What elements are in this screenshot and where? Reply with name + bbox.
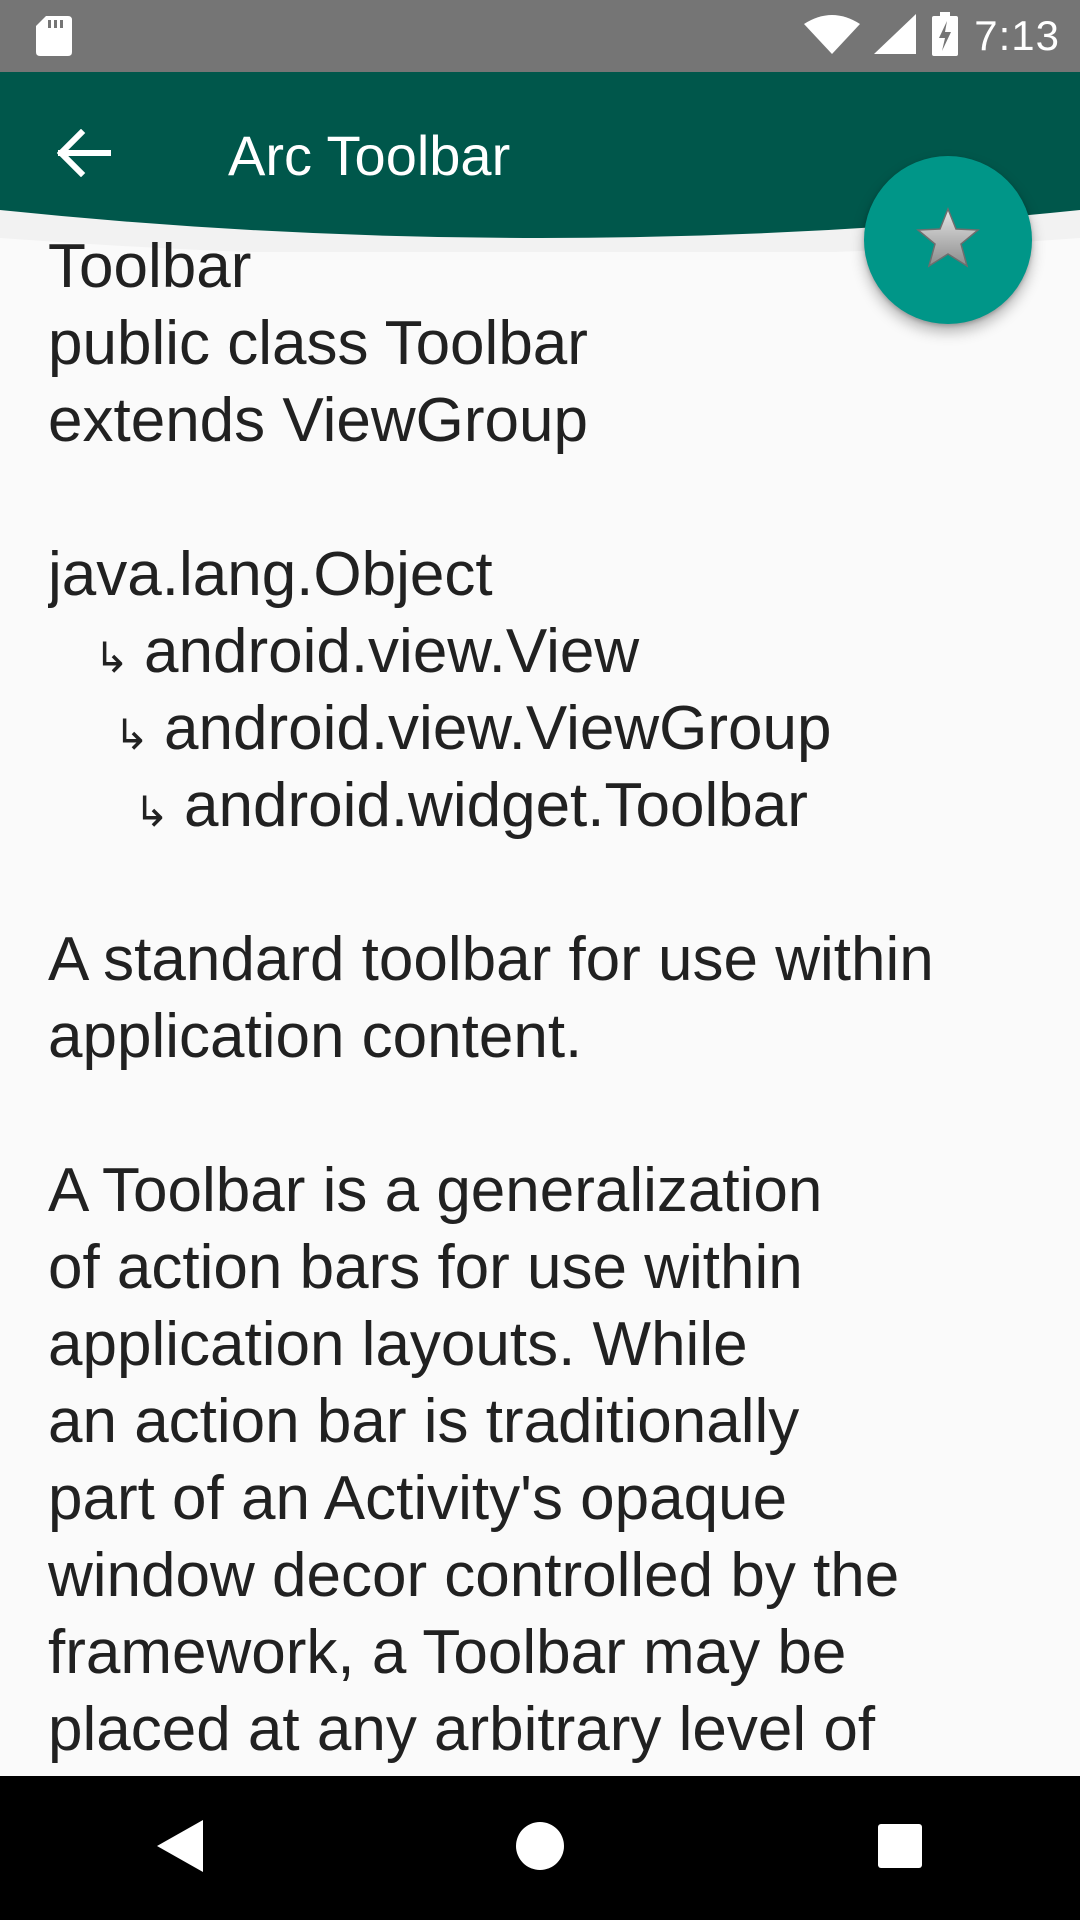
nav-recents-button[interactable] xyxy=(825,1788,975,1908)
summary-line: application content. xyxy=(48,1002,583,1071)
hierarchy-arrow-icon: ↳ xyxy=(94,634,130,681)
description-line: part of an Activity's opaque xyxy=(48,1464,788,1533)
hierarchy-level-3-text: android.widget.Toolbar xyxy=(184,771,808,840)
arrow-back-icon xyxy=(56,128,112,182)
navigation-bar xyxy=(0,1776,1080,1920)
hierarchy-level-1: ↳ android.view.View xyxy=(48,613,1028,690)
description-line: placed at any arbitrary level of xyxy=(48,1695,876,1764)
nav-recents-icon xyxy=(878,1823,922,1873)
toolbar-title: Arc Toolbar xyxy=(228,124,511,187)
hierarchy-level-3: ↳ android.widget.Toolbar xyxy=(48,767,1028,844)
declaration-line: public class Toolbar xyxy=(48,309,588,378)
hierarchy-root: java.lang.Object xyxy=(48,540,493,609)
signal-icon xyxy=(874,13,917,59)
summary-line: A standard toolbar for use within xyxy=(48,925,934,994)
back-button[interactable] xyxy=(44,115,124,195)
description-line: framework, a Toolbar may be xyxy=(48,1618,847,1687)
description-line: an action bar is traditionally xyxy=(48,1387,800,1456)
battery-charging-icon xyxy=(932,11,959,61)
status-bar: 7:13 xyxy=(0,0,1080,72)
nav-back-button[interactable] xyxy=(105,1788,255,1908)
nav-home-button[interactable] xyxy=(465,1788,615,1908)
hierarchy-arrow-icon: ↳ xyxy=(114,711,150,758)
sd-card-icon xyxy=(36,16,72,61)
nav-home-icon xyxy=(516,1821,564,1875)
hierarchy-level-2: ↳ android.view.ViewGroup xyxy=(48,690,1028,767)
documentation-content: Toolbar public class Toolbar extends Vie… xyxy=(48,228,1028,1776)
description-line: of action bars for use within xyxy=(48,1233,803,1302)
nav-back-icon xyxy=(157,1819,203,1877)
status-time: 7:13 xyxy=(974,12,1060,59)
hierarchy-arrow-icon: ↳ xyxy=(134,788,170,835)
wifi-icon xyxy=(804,14,861,59)
description-line: A Toolbar is a generalization xyxy=(48,1156,823,1225)
hierarchy-level-2-text: android.view.ViewGroup xyxy=(164,694,832,763)
class-name: Toolbar xyxy=(48,232,252,301)
declaration-line: extends ViewGroup xyxy=(48,386,588,455)
description-line: window decor controlled by the xyxy=(48,1541,900,1610)
description-line: application layouts. While xyxy=(48,1310,748,1379)
hierarchy-level-1-text: android.view.View xyxy=(144,617,640,686)
